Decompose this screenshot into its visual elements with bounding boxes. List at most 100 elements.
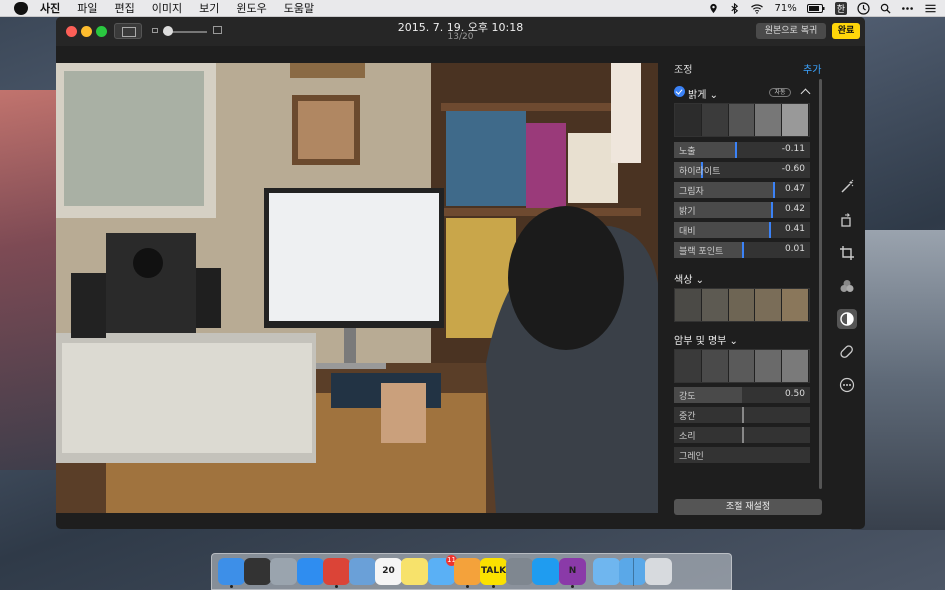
collapse-light-icon[interactable] [800,86,810,96]
more-icon[interactable] [837,375,857,395]
menu-view[interactable]: 보기 [199,0,219,16]
folder-icon[interactable] [593,558,620,585]
magic-wand-icon[interactable] [837,177,857,197]
onenote-icon[interactable]: N [559,558,586,585]
rotate-icon[interactable] [837,210,857,230]
bw-thumbnail-strip[interactable] [674,349,810,383]
revert-to-original-button[interactable]: 원본으로 복귀 [756,23,826,39]
menu-app-name[interactable]: 사진 [40,0,60,16]
clock-icon[interactable] [857,2,870,15]
menu-help[interactable]: 도움말 [284,0,314,16]
slider-handle[interactable] [735,142,737,158]
photo-scene [56,63,658,513]
done-button[interactable]: 완료 [832,23,860,39]
light-slider-4[interactable]: 밝기 0.42 [674,202,810,218]
menu-file[interactable]: 파일 [77,0,97,16]
slider-value: 0.42 [784,204,805,214]
location-icon[interactable] [708,3,719,14]
slider-label: 노출 [679,147,696,157]
add-adjustment-button[interactable]: 추가 [803,61,821,76]
color-section-header[interactable]: 색상 ⌄ [674,271,704,286]
photos-icon[interactable] [454,558,481,585]
calendar-icon[interactable]: 20 [375,558,402,585]
menu-window[interactable]: 윈도우 [236,0,266,16]
slider-handle[interactable] [771,202,773,218]
edited-photo[interactable] [56,63,658,513]
input-source-indicator[interactable]: 한 [834,2,847,15]
crop-icon[interactable] [837,243,857,263]
bw-slider-2[interactable]: 중간 [674,407,810,423]
menu-bar: 사진 파일 편집 이미지 보기 윈도우 도움말 71% 한 [0,0,945,17]
slider-label: 하이라이트 [679,167,721,177]
slider-label: 그레인 [679,452,704,462]
safari-icon[interactable] [297,558,324,585]
slider-label: 밝기 [679,207,696,217]
color-thumbnail-strip[interactable] [674,288,810,322]
slider-handle[interactable] [769,222,771,238]
light-slider-5[interactable]: 대비 0.41 [674,222,810,238]
bw-section-header[interactable]: 암부 및 명부 ⌄ [674,332,738,347]
dock-separator [633,558,634,586]
menu-edit[interactable]: 편집 [115,0,135,16]
light-slider-1[interactable]: 노출 -0.11 [674,142,810,158]
launchpad-icon[interactable] [270,558,297,585]
dock-icon-label: N [568,566,577,576]
adjust-icon[interactable] [837,309,857,329]
kakaotalk-icon[interactable]: TALK [480,558,507,585]
slider-handle[interactable] [773,182,775,198]
wifi-icon[interactable] [750,3,764,14]
slider-handle[interactable] [742,407,744,423]
notification-center-icon[interactable] [901,3,914,14]
light-slider-3[interactable]: 그림자 0.47 [674,182,810,198]
panel-title: 조정 [674,65,693,76]
bw-slider-1[interactable]: 강도 0.50 [674,387,810,403]
spotlight-search-icon[interactable] [880,3,891,14]
slider-label: 강도 [679,392,696,402]
dashboard-icon[interactable] [244,558,271,585]
light-thumbnail-strip[interactable] [674,103,810,137]
bluetooth-icon[interactable] [729,3,740,14]
finder-icon[interactable] [218,558,245,585]
reset-adjustments-button[interactable]: 조절 재설정 [674,499,822,515]
messages-icon[interactable]: 11 [428,555,457,585]
notes-icon[interactable] [401,558,428,585]
slider-handle[interactable] [742,427,744,443]
slider-value: 0.01 [784,244,805,254]
app-store-icon[interactable] [532,558,559,585]
slider-label: 그림자 [679,187,704,197]
light-auto-button[interactable]: 자동 [769,88,791,97]
light-enabled-checkbox[interactable] [674,86,685,97]
slider-value: 0.50 [784,389,805,399]
trash-icon[interactable] [645,558,672,585]
filters-icon[interactable] [837,276,857,296]
menu-image[interactable]: 이미지 [152,0,182,16]
slider-label: 중간 [679,412,696,422]
bw-slider-4[interactable]: 그레인 [674,447,810,463]
slider-value: 0.41 [784,224,805,234]
slider-handle[interactable] [742,242,744,258]
preview-icon[interactable] [349,558,376,585]
running-indicator [492,585,495,588]
running-indicator [571,585,574,588]
bw-slider-3[interactable]: 소리 [674,427,810,443]
slider-label: 대비 [679,227,696,237]
light-slider-2[interactable]: 하이라이트 -0.60 [674,162,810,178]
slider-value: 0.47 [784,184,805,194]
chrome-icon[interactable] [323,558,350,585]
slider-value: -0.11 [781,144,805,154]
system-preferences-icon[interactable] [506,558,533,585]
battery-icon[interactable] [806,3,825,14]
photos-window: 2015. 7. 19. 오후 10:18 13/20 원본으로 복귀 완료 조… [56,17,865,529]
panel-scrollbar[interactable] [819,79,822,489]
running-indicator [230,585,233,588]
running-indicator [335,585,338,588]
apple-menu-icon[interactable] [14,1,28,15]
retouch-icon[interactable] [837,342,857,362]
dock: 20 11 TALK N [211,553,732,590]
adjust-panel: 조정 추가 밝게 ⌄ 자동 노출 -0.11 하이라이트 -0.60 그림자 0.47 밝기… [669,56,833,526]
light-slider-6[interactable]: 블랙 포인트 0.01 [674,242,810,258]
menu-list-icon[interactable] [924,3,937,14]
title-bar: 2015. 7. 19. 오후 10:18 13/20 원본으로 복귀 완료 [56,17,865,46]
light-section-header[interactable]: 밝게 ⌄ [688,86,718,101]
battery-percentage: 71% [774,3,797,14]
